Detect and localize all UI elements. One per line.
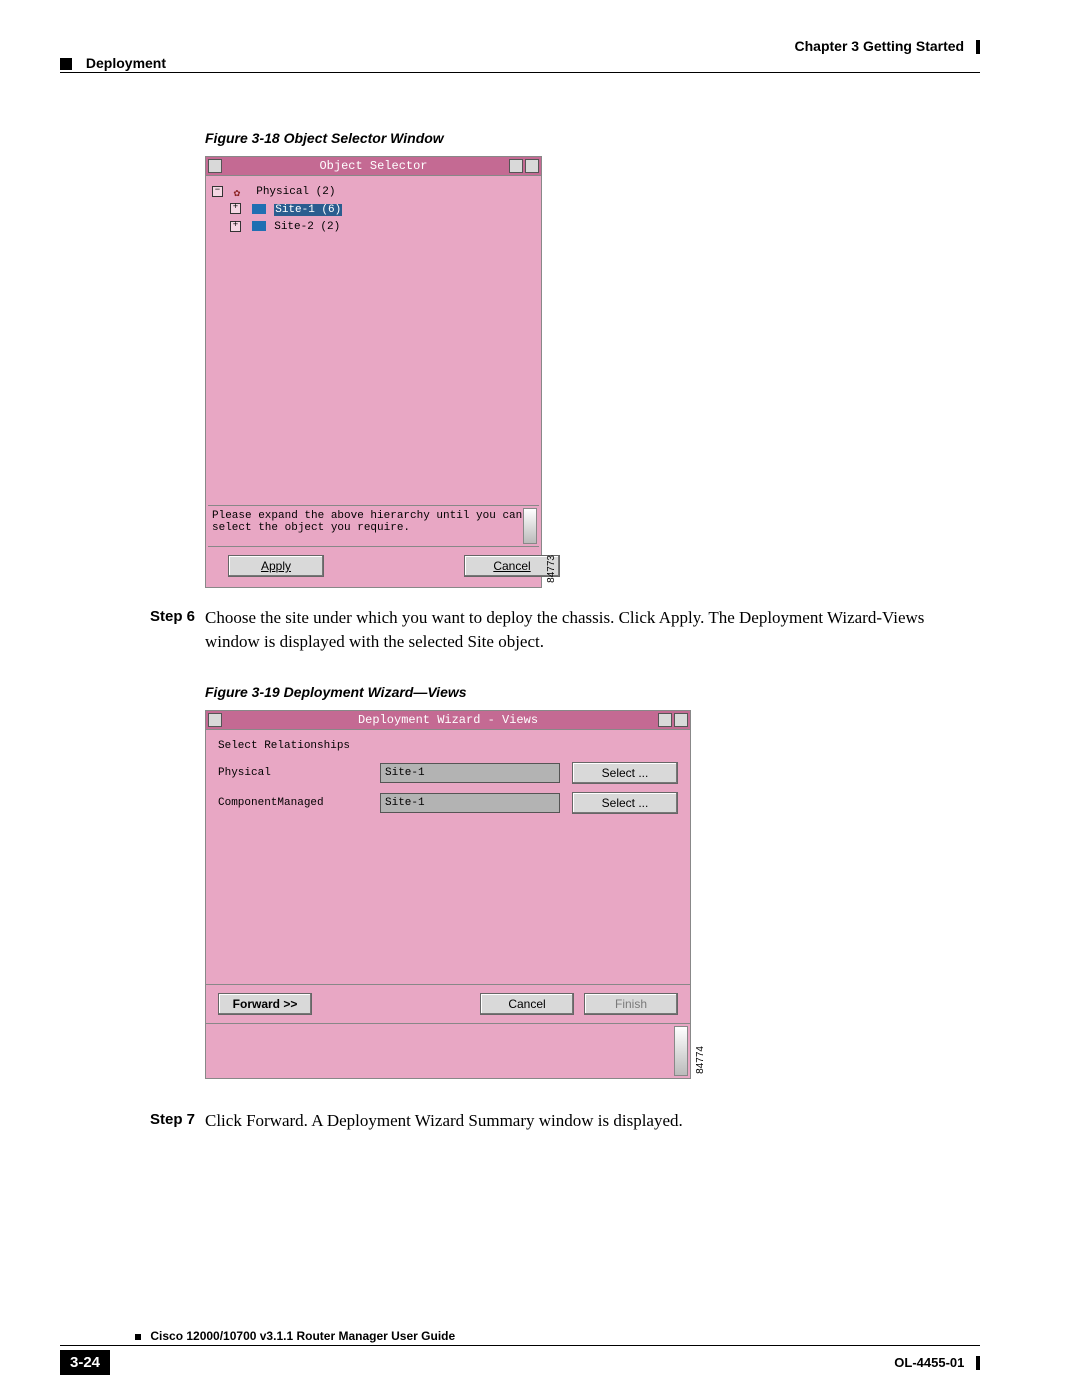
- wizard-log-area: [206, 1023, 690, 1078]
- figure-3-19-caption: Figure 3-19 Deployment Wizard—Views: [205, 684, 970, 700]
- object-selector-window: Object Selector − ✿ Physical (2) + Site-…: [205, 156, 542, 588]
- scrollbar[interactable]: [674, 1026, 688, 1076]
- step-6-text: Choose the site under which you want to …: [205, 606, 970, 654]
- object-selector-body: − ✿ Physical (2) + Site-1 (6) + Site-2 (…: [206, 176, 541, 587]
- deployment-wizard-titlebar: Deployment Wizard - Views: [206, 711, 690, 730]
- componentmanaged-select-button[interactable]: Select ...: [572, 792, 678, 814]
- window-min-icon[interactable]: [509, 159, 523, 173]
- apply-button[interactable]: Apply: [228, 555, 324, 577]
- finish-button: Finish: [584, 993, 678, 1015]
- tree-root-row[interactable]: − ✿ Physical (2): [212, 184, 535, 202]
- content: Figure 3-18 Object Selector Window Objec…: [150, 120, 970, 1132]
- footer-rule: [60, 1345, 980, 1346]
- window-min-icon[interactable]: [658, 713, 672, 727]
- cancel-button[interactable]: Cancel: [480, 993, 574, 1015]
- section-title-text: Deployment: [86, 55, 166, 71]
- figure-image-id: 84774: [695, 1046, 706, 1074]
- footer-square-icon: [135, 1334, 141, 1340]
- forward-button[interactable]: Forward >>: [218, 993, 312, 1015]
- collapse-icon[interactable]: −: [212, 186, 223, 197]
- page-number: 3-24: [60, 1350, 110, 1375]
- page: Deployment Chapter 3 Getting Started Fig…: [0, 0, 1080, 1397]
- tree-node-site-1-label: Site-1 (6): [274, 204, 342, 216]
- step-6-label: Step 6: [150, 606, 205, 654]
- window-sysmenu-icon[interactable]: [208, 713, 222, 727]
- object-selector-titlebar: Object Selector: [206, 157, 541, 176]
- section-title: Deployment: [60, 55, 166, 71]
- relationship-row-componentmanaged: ComponentManaged Site-1 Select ...: [218, 792, 678, 814]
- window-sysmenu-icon[interactable]: [208, 159, 222, 173]
- step-6: Step 6 Choose the site under which you w…: [150, 606, 970, 654]
- section-marker-icon: [60, 58, 72, 70]
- select-relationships-label: Select Relationships: [218, 740, 678, 752]
- tree-view[interactable]: − ✿ Physical (2) + Site-1 (6) + Site-2 (…: [208, 178, 539, 505]
- wizard-body: Select Relationships Physical Site-1 Sel…: [206, 730, 690, 984]
- step-7-text: Click Forward. A Deployment Wizard Summa…: [205, 1109, 970, 1133]
- window-max-icon[interactable]: [525, 159, 539, 173]
- relationship-row-physical: Physical Site-1 Select ...: [218, 762, 678, 784]
- site-icon: [252, 204, 266, 214]
- window-max-icon[interactable]: [674, 713, 688, 727]
- expand-icon[interactable]: +: [230, 203, 241, 214]
- deployment-wizard-window: Deployment Wizard - Views Select Relatio…: [205, 710, 691, 1079]
- componentmanaged-value[interactable]: Site-1: [380, 793, 560, 813]
- scrollbar[interactable]: [523, 508, 537, 544]
- physical-label: Physical: [218, 767, 368, 779]
- step-7-label: Step 7: [150, 1109, 205, 1133]
- site-icon: [252, 221, 266, 231]
- status-message: Please expand the above hierarchy until …: [212, 510, 522, 534]
- physical-root-icon: ✿: [234, 186, 248, 196]
- header-bar-icon: [976, 40, 980, 54]
- physical-value[interactable]: Site-1: [380, 763, 560, 783]
- footer-guide-row: Cisco 12000/10700 v3.1.1 Router Manager …: [135, 1329, 980, 1343]
- tree-node-site-1[interactable]: + Site-1 (6): [230, 202, 535, 220]
- footer-doc-id: OL-4455-01: [894, 1355, 980, 1371]
- tree-root-label: Physical (2): [256, 186, 335, 198]
- tree-node-site-2[interactable]: + Site-2 (2): [230, 219, 535, 237]
- componentmanaged-label: ComponentManaged: [218, 797, 368, 809]
- tree-node-site-2-label: Site-2 (2): [274, 221, 340, 233]
- object-selector-title: Object Selector: [319, 159, 427, 173]
- wizard-button-row: Forward >> Cancel Finish: [206, 984, 690, 1023]
- footer-guide-title: Cisco 12000/10700 v3.1.1 Router Manager …: [150, 1329, 455, 1343]
- chapter-title: Chapter 3 Getting Started: [795, 38, 980, 54]
- page-footer: Cisco 12000/10700 v3.1.1 Router Manager …: [60, 1329, 980, 1375]
- footer-row: 3-24 OL-4455-01: [60, 1350, 980, 1375]
- object-selector-buttons: Apply Cancel: [208, 546, 539, 585]
- status-message-area: Please expand the above hierarchy until …: [208, 505, 539, 546]
- chapter-title-text: Chapter 3 Getting Started: [795, 38, 965, 54]
- deployment-wizard-title: Deployment Wizard - Views: [358, 713, 538, 727]
- header-rule: [60, 72, 980, 73]
- step-7: Step 7 Click Forward. A Deployment Wizar…: [150, 1109, 970, 1133]
- figure-image-id: 84773: [546, 555, 557, 583]
- expand-icon[interactable]: +: [230, 221, 241, 232]
- figure-3-18-caption: Figure 3-18 Object Selector Window: [205, 130, 970, 146]
- physical-select-button[interactable]: Select ...: [572, 762, 678, 784]
- footer-bar-icon: [976, 1356, 980, 1370]
